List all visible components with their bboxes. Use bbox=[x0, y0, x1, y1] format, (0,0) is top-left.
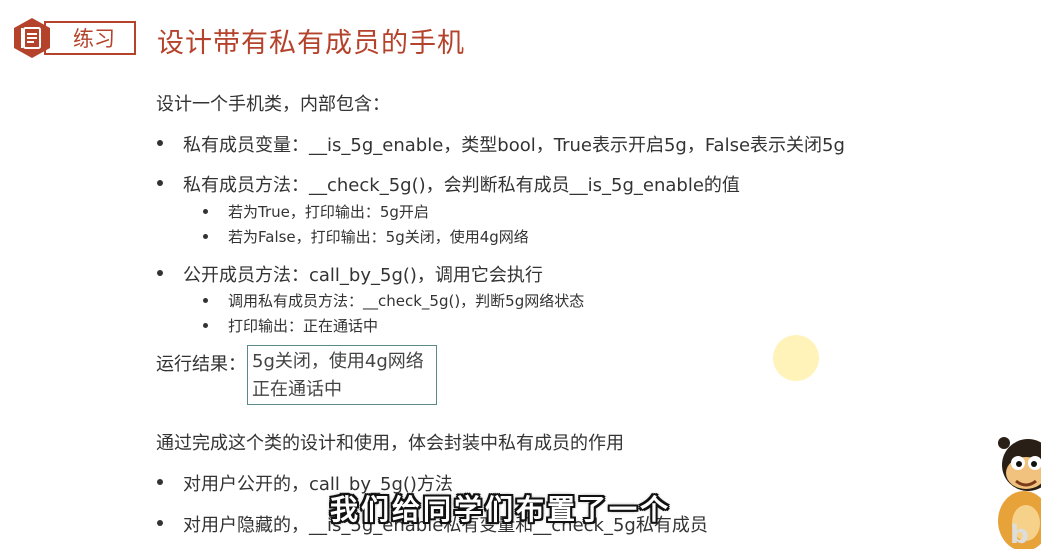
slide-header: 练习 bbox=[10, 16, 136, 60]
bullet-dot bbox=[157, 140, 163, 146]
intro-text: 设计一个手机类，内部包含： bbox=[156, 94, 390, 115]
sub-bullet-text: 打印输出：正在通话中 bbox=[228, 317, 379, 335]
sub-bullet-text: 若为True，打印输出：5g开启 bbox=[228, 203, 429, 221]
sub-bullet-print-calling: 打印输出：正在通话中 bbox=[203, 315, 379, 336]
document-icon bbox=[14, 18, 50, 58]
bullet-private-variable: 私有成员变量：__is_5g_enable，类型bool，True表示开启5g，… bbox=[157, 131, 845, 157]
cursor-highlight bbox=[773, 335, 819, 381]
result-line-1: 5g关闭，使用4g网络 bbox=[252, 351, 424, 372]
video-subtitle: 我们给同学们布置了一个 bbox=[330, 493, 672, 526]
bullet-dot bbox=[157, 270, 163, 276]
bullet-dot bbox=[157, 479, 163, 485]
sub-bullet-false: 若为False，打印输出：5g关闭，使用4g网络 bbox=[203, 226, 529, 247]
exercise-badge: 练习 bbox=[10, 18, 136, 58]
bullet-dot bbox=[157, 520, 163, 526]
bullet-text: 私有成员变量：__is_5g_enable，类型bool，True表示开启5g，… bbox=[183, 135, 845, 156]
bullet-private-method: 私有成员方法：__check_5g()，会判断私有成员__is_5g_enabl… bbox=[157, 171, 740, 197]
result-label: 运行结果： bbox=[156, 354, 246, 375]
result-line-2: 正在通话中 bbox=[252, 379, 342, 400]
result-output-box: 5g关闭，使用4g网络 正在通话中 bbox=[247, 345, 437, 405]
summary-text: 通过完成这个类的设计和使用，体会封装中私有成员的作用 bbox=[156, 433, 624, 454]
bullet-text: 私有成员方法：__check_5g()，会判断私有成员__is_5g_enabl… bbox=[183, 175, 740, 196]
sub-bullet-text: 若为False，打印输出：5g关闭，使用4g网络 bbox=[228, 228, 529, 246]
bullet-text: 公开成员方法：call_by_5g()，调用它会执行 bbox=[183, 265, 543, 286]
sub-bullet-text: 调用私有成员方法：__check_5g()，判断5g网络状态 bbox=[228, 292, 585, 310]
sub-bullet-dot bbox=[203, 323, 208, 328]
sub-bullet-dot bbox=[203, 234, 208, 239]
sub-bullet-call-check: 调用私有成员方法：__check_5g()，判断5g网络状态 bbox=[203, 290, 585, 311]
sub-bullet-dot bbox=[203, 298, 208, 303]
bullet-public-method: 公开成员方法：call_by_5g()，调用它会执行 bbox=[157, 261, 543, 287]
watermark: b bbox=[1010, 520, 1029, 550]
badge-label: 练习 bbox=[44, 21, 136, 55]
sub-bullet-dot bbox=[203, 209, 208, 214]
sub-bullet-true: 若为True，打印输出：5g开启 bbox=[203, 201, 429, 222]
page-title: 设计带有私有成员的手机 bbox=[157, 28, 465, 59]
bullet-dot bbox=[157, 180, 163, 186]
